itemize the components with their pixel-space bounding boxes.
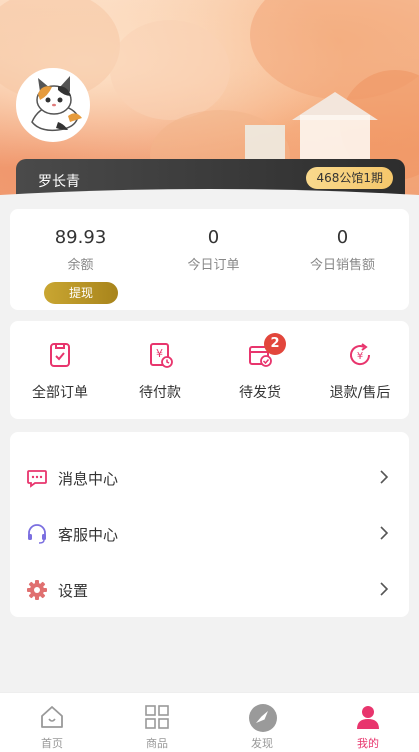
community-badge: 468公馆1期 bbox=[306, 167, 393, 189]
orders-card: 全部订单 ¥ 待付款 2 待发货 ¥ 退款/售后 bbox=[10, 321, 409, 419]
pending-payment-icon: ¥ bbox=[146, 341, 174, 369]
menu-item-label: 客服中心 bbox=[58, 526, 119, 544]
withdraw-button[interactable]: 提现 bbox=[44, 282, 118, 304]
stat-label: 今日订单 bbox=[187, 258, 240, 273]
menu-card: 消息中心 客服中心 设置 bbox=[10, 432, 409, 617]
chevron-right-icon bbox=[377, 469, 391, 485]
tab-discover[interactable]: 发现 bbox=[227, 703, 297, 751]
order-label: 全部订单 bbox=[32, 385, 88, 401]
stats-card: 89.93 余额 0 今日订单 0 今日销售额 提现 bbox=[10, 209, 409, 310]
user-icon bbox=[354, 703, 382, 731]
svg-text:¥: ¥ bbox=[357, 351, 363, 362]
banner-foliage bbox=[110, 20, 230, 120]
menu-item-label: 消息中心 bbox=[58, 470, 119, 488]
menu-item-messages[interactable]: 消息中心 bbox=[10, 457, 409, 497]
menu-item-label: 设置 bbox=[58, 582, 89, 600]
tab-home[interactable]: 首页 bbox=[17, 703, 87, 751]
order-pending-shipment[interactable]: 2 待发货 bbox=[210, 333, 310, 402]
menu-item-settings[interactable]: 设置 bbox=[10, 569, 409, 609]
stat-today-orders[interactable]: 0 今日订单 bbox=[147, 227, 280, 273]
all-orders-icon bbox=[46, 341, 74, 369]
tab-products[interactable]: 商品 bbox=[122, 703, 192, 751]
tab-mine[interactable]: 我的 bbox=[333, 703, 403, 751]
menu-item-customer-service[interactable]: 客服中心 bbox=[10, 513, 409, 553]
message-icon bbox=[26, 467, 48, 489]
svg-text:¥: ¥ bbox=[156, 347, 163, 360]
stat-value: 89.93 bbox=[54, 227, 107, 248]
stat-today-sales[interactable]: 0 今日销售额 bbox=[276, 227, 409, 273]
order-label: 待发货 bbox=[239, 385, 281, 401]
chevron-right-icon bbox=[377, 525, 391, 541]
pending-shipment-icon: 2 bbox=[246, 333, 286, 369]
stat-value: 0 bbox=[207, 227, 220, 248]
stat-label: 余额 bbox=[67, 258, 94, 273]
home-icon bbox=[38, 703, 66, 731]
tab-label: 首页 bbox=[41, 737, 63, 750]
order-label: 退款/售后 bbox=[329, 385, 391, 401]
stat-value: 0 bbox=[336, 227, 349, 248]
user-name: 罗长青 bbox=[38, 174, 80, 190]
avatar[interactable] bbox=[16, 68, 90, 142]
order-refund[interactable]: ¥ 退款/售后 bbox=[310, 341, 410, 402]
order-label: 待付款 bbox=[139, 385, 181, 401]
grid-icon bbox=[143, 703, 171, 731]
shipment-count-badge: 2 bbox=[264, 333, 286, 355]
tab-label: 发现 bbox=[251, 737, 273, 750]
compass-icon bbox=[248, 703, 277, 732]
gear-icon bbox=[26, 579, 48, 601]
refund-icon: ¥ bbox=[346, 341, 374, 369]
banner-curve bbox=[0, 189, 419, 209]
order-pending-payment[interactable]: ¥ 待付款 bbox=[110, 341, 210, 402]
order-all[interactable]: 全部订单 bbox=[10, 341, 110, 402]
stat-label: 今日销售额 bbox=[309, 258, 375, 273]
tab-label: 商品 bbox=[146, 737, 168, 750]
tab-label: 我的 bbox=[357, 737, 379, 750]
bottom-tab-bar: 首页 商品 发现 我的 bbox=[0, 692, 419, 752]
chevron-right-icon bbox=[377, 581, 391, 597]
stat-balance[interactable]: 89.93 余额 bbox=[14, 227, 147, 273]
headset-icon bbox=[26, 523, 48, 545]
